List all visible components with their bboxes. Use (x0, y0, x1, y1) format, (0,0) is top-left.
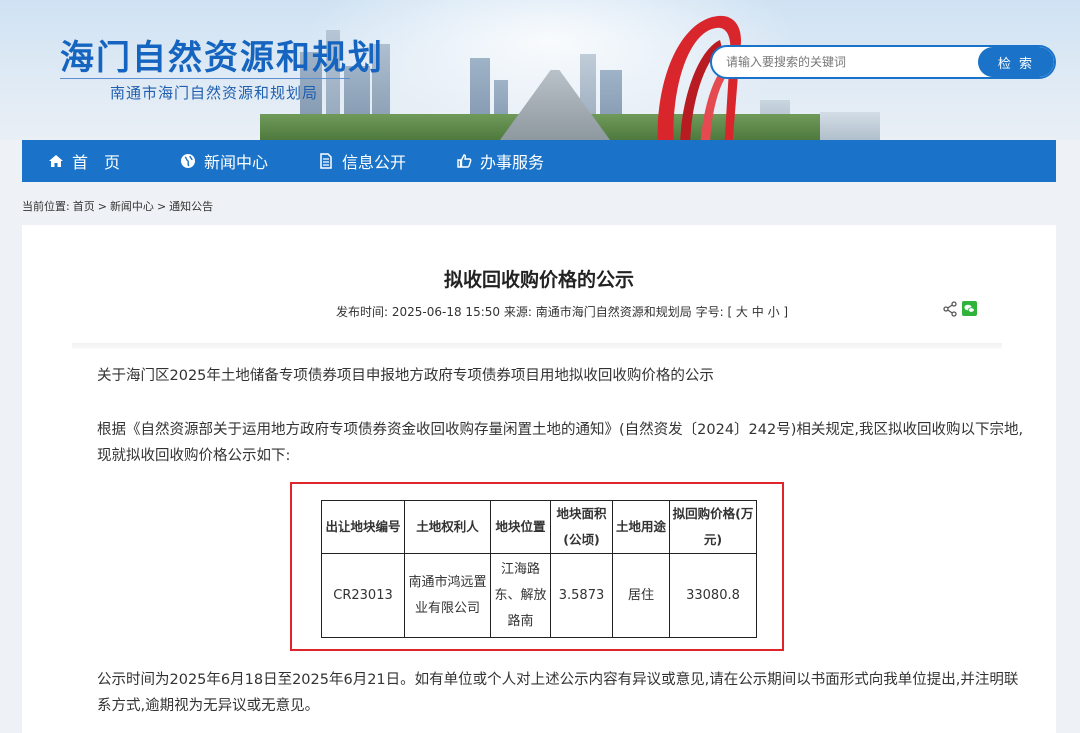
font-size-switch[interactable]: [ 大 中 小 ] (727, 305, 788, 319)
search-button[interactable]: 检 索 (978, 47, 1054, 77)
nav-item-label: 信息公开 (342, 153, 407, 172)
land-table: 出让地块编号 土地权利人 地块位置 地块面积(公顷) 土地用途 拟回购价格(万元… (321, 500, 757, 638)
site-subtitle: 南通市海门自然资源和规划局 (110, 84, 319, 102)
nav-item-info[interactable]: 信息公开 (318, 140, 456, 182)
banner-building (820, 112, 880, 140)
breadcrumb-prefix: 当前位置: (22, 200, 70, 213)
header-banner: 海门自然资源和规划 南通市海门自然资源和规划局 检 索 (0, 0, 1080, 140)
table-header: 土地权利人 (404, 500, 491, 554)
wechat-glyph (964, 304, 975, 313)
table-header: 出让地块编号 (321, 500, 405, 554)
breadcrumb-sep: > (97, 200, 107, 213)
nav-item-label: 首 页 (72, 153, 121, 172)
search-input[interactable] (726, 47, 976, 77)
nav-item-service[interactable]: 办事服务 (456, 140, 596, 182)
meta-source-label: 来源: (503, 305, 532, 319)
site-title: 海门自然资源和规划 (60, 38, 384, 78)
meta-publish-time: 2025-06-18 15:50 (391, 305, 501, 319)
home-icon (49, 155, 63, 167)
table-cell: 南通市鸿远置业有限公司 (404, 553, 491, 638)
nav-item-home[interactable]: 首 页 (48, 140, 180, 182)
article-card: 拟收回收购价格的公示 发布时间: 2025-06-18 15:50 来源: 南通… (22, 225, 1056, 733)
breadcrumb-item-home[interactable]: 首页 (73, 200, 95, 213)
article-title: 拟收回收购价格的公示 (443, 269, 634, 291)
meta-fontsize-label: 字号: (695, 305, 724, 319)
title-underline (60, 78, 350, 79)
table-cell: 居住 (612, 553, 670, 638)
globe-icon (181, 154, 195, 168)
table-cell: 江海路东、解放路南 (490, 553, 551, 638)
article-meta: 发布时间: 2025-06-18 15:50 来源: 南通市海门自然资源和规划局… (336, 303, 788, 320)
table-header: 地块位置 (490, 500, 551, 554)
breadcrumb-item-news[interactable]: 新闻中心 (110, 200, 154, 213)
article-paragraph: 根据《自然资源部关于运用地方政府专项债券资金收回收购存量闲置土地的通知》(自然资… (97, 422, 1024, 464)
table-cell: CR23013 (321, 553, 405, 638)
divider (72, 343, 1002, 349)
meta-source: 南通市海门自然资源和规划局 (535, 305, 692, 319)
table-cell: 3.5873 (550, 553, 613, 638)
document-icon (320, 153, 332, 169)
share-icon[interactable] (942, 301, 958, 317)
article-paragraph: 关于海门区2025年土地储备专项债券项目申报地方政府专项债券项目用地拟收回收购价… (97, 368, 714, 384)
breadcrumb-item-notice[interactable]: 通知公告 (169, 200, 213, 213)
wechat-icon[interactable] (962, 301, 977, 316)
breadcrumb-sep: > (156, 200, 167, 213)
nav-item-label: 办事服务 (480, 153, 545, 172)
breadcrumb: 当前位置: 首页 > 新闻中心 > 通知公告 (22, 198, 216, 214)
table-row: CR23013 南通市鸿远置业有限公司 江海路东、解放路南 3.5873 居住 … (321, 553, 757, 638)
article-paragraph: 公示时间为2025年6月18日至2025年6月21日。如有单位或个人对上述公示内… (97, 672, 1019, 714)
table-cell: 33080.8 (669, 553, 757, 638)
meta-publish-label: 发布时间: (336, 305, 389, 319)
table-header: 拟回购价格(万元) (669, 500, 757, 554)
table-header: 地块面积(公顷) (550, 500, 613, 554)
thumbs-up-icon (457, 154, 472, 168)
table-header-row: 出让地块编号 土地权利人 地块位置 地块面积(公顷) 土地用途 拟回购价格(万元… (321, 500, 757, 554)
nav-item-news[interactable]: 新闻中心 (180, 140, 318, 182)
search-box: 检 索 (710, 45, 1056, 79)
main-nav: 首 页 新闻中心 信息公开 办事服务 (22, 140, 1056, 182)
table-header: 土地用途 (612, 500, 670, 554)
nav-item-label: 新闻中心 (204, 153, 269, 172)
